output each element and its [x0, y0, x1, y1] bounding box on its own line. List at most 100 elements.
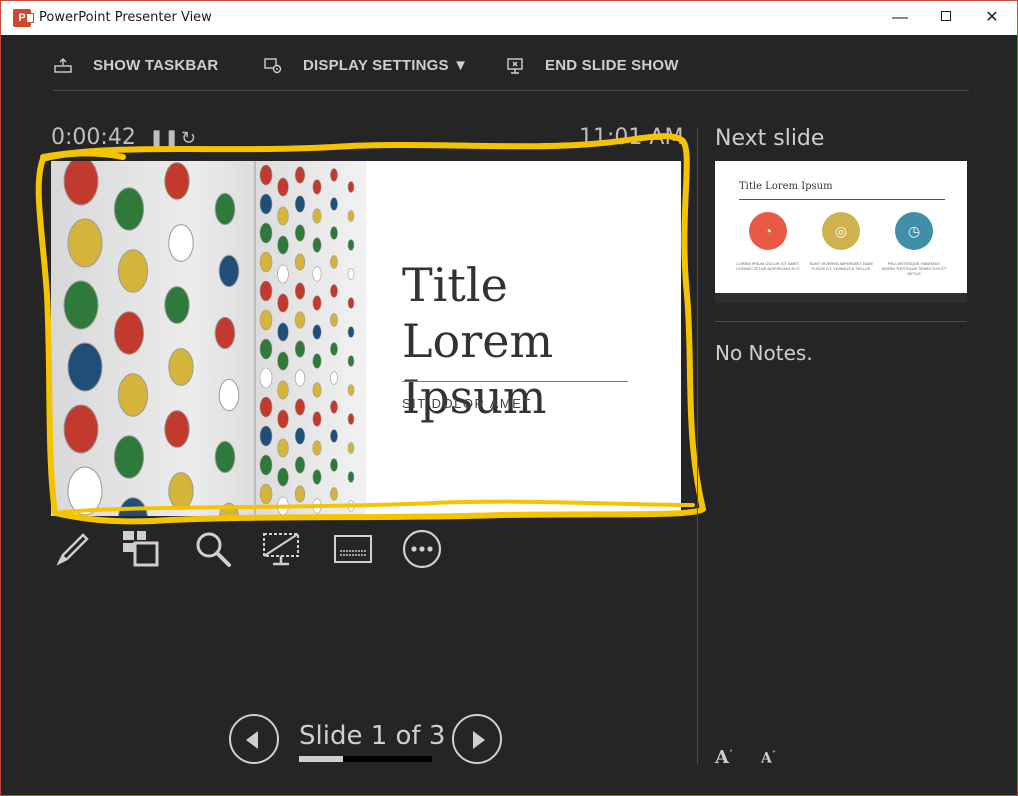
- photo-hole: [67, 466, 103, 516]
- display-settings-label: DISPLAY SETTINGS ▼: [303, 57, 469, 74]
- photo-hole: [113, 187, 145, 231]
- maximize-button[interactable]: [923, 1, 969, 35]
- photo-hole: [277, 409, 289, 429]
- photo-hole: [117, 249, 149, 293]
- photo-hole: [277, 438, 289, 458]
- photo-hole: [330, 429, 338, 443]
- photo-hole: [312, 440, 322, 456]
- photo-hole: [259, 425, 273, 447]
- current-slide-preview[interactable]: Title Lorem Ipsum SIT DOLOR AMET: [51, 161, 681, 516]
- photo-hole: [347, 297, 355, 309]
- photo-hole: [67, 342, 103, 392]
- see-all-slides-icon[interactable]: [121, 529, 161, 569]
- photo-hole: [259, 280, 273, 302]
- photo-hole: [277, 467, 289, 487]
- photo-hole: [164, 162, 190, 200]
- photo-hole: [347, 181, 355, 193]
- presenter-toolbar: SHOW TASKBAR DISPLAY SETTINGS ▼ END SLID…: [53, 35, 969, 91]
- speaker-notes[interactable]: No Notes.: [715, 341, 813, 365]
- stopwatch-icon: ◷: [895, 212, 933, 250]
- subtitles-icon[interactable]: [333, 529, 373, 569]
- close-button[interactable]: ✕: [969, 1, 1015, 35]
- next-slide-caption: PELLENTESQUE HABITANT MORBI TRISTIQUE SE…: [881, 261, 947, 276]
- caret-up-icon: ˄: [728, 749, 733, 758]
- pen-tool-icon[interactable]: [53, 529, 93, 569]
- photo-hole: [63, 161, 99, 206]
- photo-hole: [347, 471, 355, 483]
- restart-timer-icon[interactable]: ↻: [181, 128, 196, 149]
- next-slide-preview[interactable]: Title Lorem Ipsum ◔ ◎ ◷ LOREM IPSUM DOLO…: [715, 161, 967, 303]
- elapsed-timer: 0:00:42: [51, 125, 136, 150]
- photo-hole: [259, 483, 273, 505]
- more-options-icon[interactable]: [402, 529, 442, 569]
- photo-hole: [294, 485, 306, 503]
- notes-divider: [715, 321, 967, 322]
- black-screen-icon[interactable]: [261, 529, 301, 569]
- end-show-icon: [507, 58, 523, 74]
- photo-hole: [277, 496, 289, 516]
- photo-hole: [259, 454, 273, 476]
- photo-hole: [214, 316, 236, 350]
- photo-hole: [347, 268, 355, 280]
- photo-hole: [330, 255, 338, 269]
- presenter-window: P PowerPoint Presenter View — ✕ SHOW TAS…: [0, 0, 1018, 796]
- current-time: 11:01 AM: [579, 125, 684, 150]
- photo-hole: [218, 502, 240, 516]
- photo-hole: [330, 400, 338, 414]
- slide-counter[interactable]: Slide 1 of 3: [299, 721, 445, 751]
- photo-hole: [277, 322, 289, 342]
- end-slide-show-label: END SLIDE SHOW: [545, 57, 679, 74]
- window-title: PowerPoint Presenter View: [39, 10, 212, 25]
- photo-hole: [294, 311, 306, 329]
- next-slide-label: Next slide: [715, 126, 825, 151]
- photo-hole: [259, 164, 273, 186]
- colored-holes-image: [63, 161, 355, 516]
- photo-hole: [63, 404, 99, 454]
- powerpoint-icon: P: [13, 9, 34, 27]
- arrow-left-icon: [246, 731, 258, 749]
- minimize-button[interactable]: —: [877, 1, 923, 35]
- next-slide-title: Title Lorem Ipsum: [739, 181, 833, 192]
- title-bar: P PowerPoint Presenter View — ✕: [1, 1, 1017, 35]
- photo-hole: [347, 355, 355, 367]
- photo-hole: [312, 208, 322, 224]
- pause-timer-icon[interactable]: ❚❚: [149, 128, 179, 149]
- photo-hole: [312, 498, 322, 514]
- photo-hole: [312, 353, 322, 369]
- photo-hole: [347, 442, 355, 454]
- maximize-icon: [941, 11, 951, 22]
- slide-progress-fill: [299, 756, 344, 762]
- next-slide-rule: [739, 199, 945, 200]
- photo-hole: [347, 384, 355, 396]
- photo-hole: [347, 239, 355, 251]
- increase-font-button[interactable]: A˄: [715, 747, 733, 768]
- pane-divider[interactable]: [697, 128, 698, 764]
- slide-photo-holes: [51, 161, 366, 516]
- display-settings-icon: [264, 58, 282, 74]
- photo-hole: [117, 373, 149, 417]
- photo-hole: [330, 197, 338, 211]
- photo-hole: [259, 251, 273, 273]
- photo-hole: [330, 487, 338, 501]
- photo-hole: [259, 222, 273, 244]
- zoom-icon[interactable]: [193, 529, 233, 569]
- decrease-font-button[interactable]: A˅: [761, 750, 776, 767]
- photo-hole: [113, 435, 145, 479]
- slide-subtitle: SIT DOLOR AMET: [402, 396, 532, 411]
- photo-hole: [277, 351, 289, 371]
- photo-hole: [294, 369, 306, 387]
- slide-progress-bar: [299, 756, 432, 762]
- photo-hole: [294, 427, 306, 445]
- photo-hole: [214, 192, 236, 226]
- photo-hole: [294, 224, 306, 242]
- photo-hole: [312, 382, 322, 398]
- photo-hole: [113, 311, 145, 355]
- previous-slide-button[interactable]: [229, 714, 279, 764]
- photo-hole: [277, 380, 289, 400]
- next-slide-button[interactable]: [452, 714, 502, 764]
- photo-hole: [294, 456, 306, 474]
- photo-hole: [259, 193, 273, 215]
- photo-hole: [347, 210, 355, 222]
- arrow-right-icon: [473, 731, 485, 749]
- next-slide-caption: SUNT VIVERRA IMPERDIET DIAM FUSCE ET, VI…: [809, 261, 873, 271]
